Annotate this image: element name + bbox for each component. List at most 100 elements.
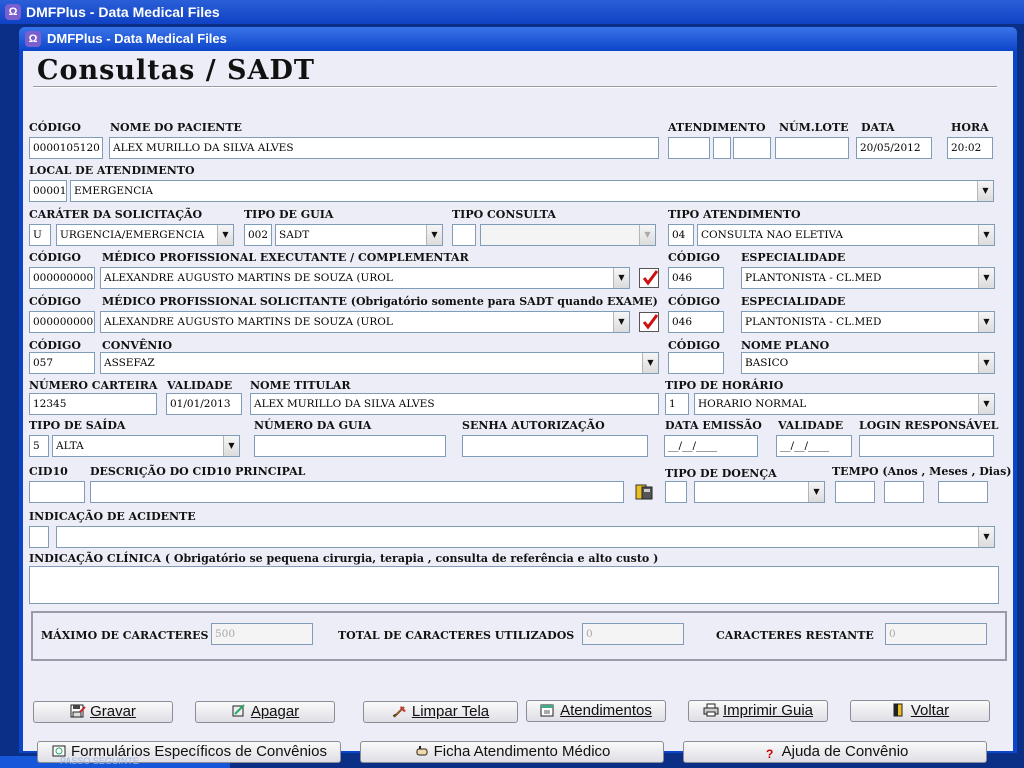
imprimir-guia-button[interactable]: Imprimir Guia <box>688 700 828 722</box>
label-tipo-doenca: TIPO DE DOENÇA <box>665 467 777 480</box>
num-lote-field[interactable] <box>775 137 849 159</box>
exec-esp-codigo-field[interactable]: 046 <box>668 267 724 289</box>
gravar-button[interactable]: Gravar <box>33 701 173 723</box>
medico-solicitante-dropdown[interactable]: ALEXANDRE AUGUSTO MARTINS DE SOUZA (UROL… <box>100 311 630 333</box>
tipo-guia-codigo-field[interactable]: 002 <box>244 224 272 246</box>
label-validade-guia: VALIDADE <box>778 419 844 432</box>
chevron-down-icon[interactable]: ▼ <box>426 225 442 245</box>
atendimento-field-1[interactable] <box>668 137 710 159</box>
tipo-consulta-codigo-field[interactable] <box>452 224 476 246</box>
cid-search-icon[interactable] <box>635 483 653 501</box>
carater-codigo-field[interactable]: U <box>29 224 51 246</box>
chevron-down-icon[interactable]: ▼ <box>613 312 629 332</box>
tempo-meses-field[interactable] <box>884 481 924 503</box>
data-field[interactable]: 20/05/2012 <box>856 137 932 159</box>
label-senha-autorizacao: SENHA AUTORIZAÇÃO <box>462 419 605 432</box>
executante-checkbox[interactable] <box>639 268 659 288</box>
label-tipo-saida: TIPO DE SAÍDA <box>29 419 126 432</box>
label-cid10: CID10 <box>29 465 68 478</box>
exec-codigo-field[interactable]: 0000000001 <box>29 267 95 289</box>
local-codigo-field[interactable]: 00001 <box>29 180 67 202</box>
nome-paciente-field[interactable]: ALEX MURILLO DA SILVA ALVES <box>109 137 659 159</box>
tempo-dias-field[interactable] <box>938 481 988 503</box>
data-emissao-field[interactable]: __/__/____ <box>664 435 758 457</box>
outer-window-title: DMFPlus - Data Medical Files <box>26 4 220 20</box>
ajuda-convenio-button[interactable]: ? Ajuda de Convênio <box>683 741 987 763</box>
nome-plano-dropdown[interactable]: BASICO ▼ <box>741 352 995 374</box>
sol-esp-codigo-field[interactable]: 046 <box>668 311 724 333</box>
label-data: DATA <box>861 121 895 134</box>
ficha-atendimento-button[interactable]: Ficha Atendimento Médico <box>360 741 664 763</box>
chevron-down-icon[interactable]: ▼ <box>978 394 994 414</box>
local-atendimento-dropdown[interactable]: EMERGENCIA ▼ <box>70 180 994 202</box>
apagar-button[interactable]: Apagar <box>195 701 335 723</box>
label-max-caracteres: MÁXIMO DE CARACTERES <box>41 629 209 642</box>
tipo-saida-dropdown[interactable]: ALTA ▼ <box>52 435 240 457</box>
tipo-doenca-dropdown[interactable]: ▼ <box>694 481 825 503</box>
label-nome-plano: NOME PLANO <box>741 339 830 352</box>
validade-guia-field[interactable]: __/__/____ <box>776 435 852 457</box>
ficha-label: Ficha Atendimento Médico <box>433 743 611 760</box>
chevron-down-icon[interactable]: ▼ <box>613 268 629 288</box>
limpar-tela-label: Limpar Tela <box>411 703 490 720</box>
atendimento-field-2[interactable] <box>713 137 731 159</box>
acidente-codigo-field[interactable] <box>29 526 49 548</box>
tipo-consulta-dropdown[interactable]: ▼ <box>480 224 656 246</box>
chevron-down-icon[interactable]: ▼ <box>978 225 994 245</box>
validade-carteira-field[interactable]: 01/01/2013 <box>166 393 242 415</box>
tipo-saida-codigo-field[interactable]: 5 <box>29 435 49 457</box>
tipo-guia-dropdown[interactable]: SADT ▼ <box>275 224 443 246</box>
login-responsavel-field[interactable] <box>859 435 994 457</box>
voltar-button[interactable]: Voltar <box>850 700 990 722</box>
chevron-down-icon[interactable]: ▼ <box>223 436 239 456</box>
atendimento-field-3[interactable] <box>733 137 771 159</box>
plano-codigo-field[interactable] <box>668 352 724 374</box>
indicacao-acidente-dropdown[interactable]: ▼ <box>56 526 995 548</box>
label-tipo-horario: TIPO DE HORÁRIO <box>665 379 784 392</box>
numero-carteira-field[interactable]: 12345 <box>29 393 157 415</box>
chevron-down-icon[interactable]: ▼ <box>217 225 233 245</box>
medico-executante-value: ALEXANDRE AUGUSTO MARTINS DE SOUZA (UROL <box>104 272 393 284</box>
chevron-down-icon[interactable]: ▼ <box>978 312 994 332</box>
cid10-field[interactable] <box>29 481 85 503</box>
tipo-atendimento-dropdown[interactable]: CONSULTA NAO ELETIVA ▼ <box>697 224 995 246</box>
exec-especialidade-dropdown[interactable]: PLANTONISTA - CL.MED ▼ <box>741 267 995 289</box>
sol-codigo-field[interactable]: 0000000001 <box>29 311 95 333</box>
chevron-down-icon[interactable]: ▼ <box>978 527 994 547</box>
medico-solicitante-value: ALEXANDRE AUGUSTO MARTINS DE SOUZA (UROL <box>104 316 393 328</box>
tempo-anos-field[interactable] <box>835 481 875 503</box>
label-login-responsavel: LOGIN RESPONSÁVEL <box>859 419 999 432</box>
codigo-paciente-field[interactable]: 0000105120 <box>29 137 103 159</box>
label-medico-solicitante: MÉDICO PROFISSIONAL SOLICITANTE (Obrigat… <box>102 295 658 308</box>
solicitante-checkbox[interactable] <box>639 312 659 332</box>
hora-field[interactable]: 20:02 <box>947 137 993 159</box>
tipo-horario-codigo-field[interactable]: 1 <box>665 393 689 415</box>
checkmark-icon <box>642 314 659 330</box>
convenio-codigo-field[interactable]: 057 <box>29 352 95 374</box>
sol-especialidade-dropdown[interactable]: PLANTONISTA - CL.MED ▼ <box>741 311 995 333</box>
label-num-lote: NÚM.LOTE <box>779 121 849 134</box>
chevron-down-icon[interactable]: ▼ <box>978 268 994 288</box>
chevron-down-icon[interactable]: ▼ <box>808 482 824 502</box>
tipo-atendimento-codigo-field[interactable]: 04 <box>668 224 694 246</box>
chevron-down-icon[interactable]: ▼ <box>639 225 655 245</box>
limpar-tela-button[interactable]: Limpar Tela <box>363 701 518 723</box>
chevron-down-icon[interactable]: ▼ <box>978 353 994 373</box>
indicacao-clinica-textarea[interactable] <box>29 566 999 604</box>
outer-window-titlebar: Ω DMFPlus - Data Medical Files <box>0 0 1024 24</box>
chevron-down-icon[interactable]: ▼ <box>642 353 658 373</box>
carater-dropdown[interactable]: URGENCIA/EMERGENCIA ▼ <box>56 224 234 246</box>
numero-guia-field[interactable] <box>254 435 446 457</box>
label-tipo-consulta: TIPO CONSULTA <box>452 208 556 221</box>
chevron-down-icon[interactable]: ▼ <box>977 181 993 201</box>
descricao-cid10-field[interactable] <box>90 481 624 503</box>
atendimentos-button[interactable]: Atendimentos <box>526 700 666 722</box>
tipo-horario-dropdown[interactable]: HORARIO NORMAL ▼ <box>694 393 995 415</box>
nome-titular-field[interactable]: ALEX MURILLO DA SILVA ALVES <box>250 393 659 415</box>
exec-especialidade-value: PLANTONISTA - CL.MED <box>745 272 882 284</box>
convenio-dropdown[interactable]: ASSEFAZ ▼ <box>100 352 659 374</box>
medico-executante-dropdown[interactable]: ALEXANDRE AUGUSTO MARTINS DE SOUZA (UROL… <box>100 267 630 289</box>
local-atendimento-value: EMERGENCIA <box>74 185 153 197</box>
senha-autorizacao-field[interactable] <box>462 435 648 457</box>
tipo-doenca-codigo-field[interactable] <box>665 481 687 503</box>
